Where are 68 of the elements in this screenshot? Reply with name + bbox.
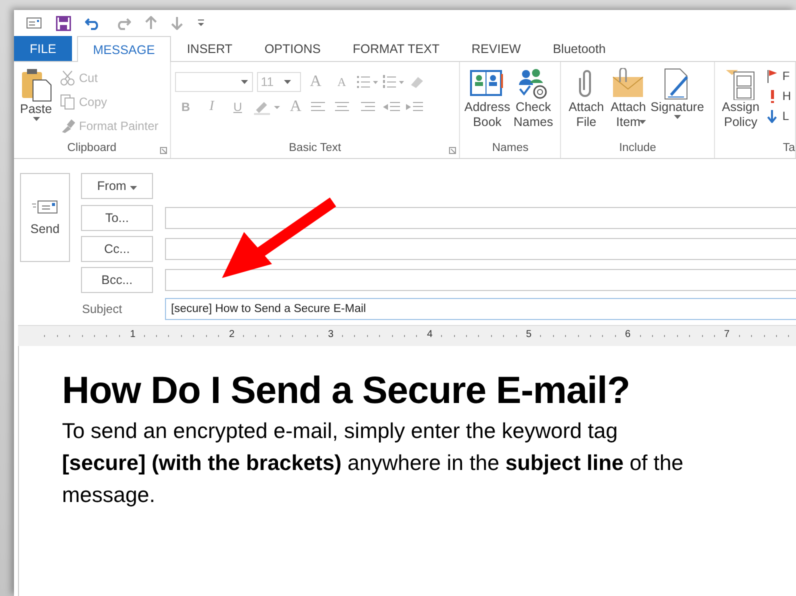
ribbon-button[interactable]: L bbox=[766, 106, 791, 126]
group-label: Clipboard bbox=[67, 142, 116, 156]
ribbon-tab[interactable]: Bluetooth bbox=[536, 36, 622, 61]
subject-field[interactable]: [secure] How to Send a Secure E-Mail bbox=[165, 298, 796, 320]
eraser-icon[interactable] bbox=[408, 75, 425, 89]
bullets-icon[interactable] bbox=[356, 75, 379, 89]
assign-policy-button[interactable]: Assign Policy bbox=[719, 66, 762, 142]
group-label: Basic Text bbox=[288, 142, 342, 156]
caret-icon bbox=[32, 117, 40, 121]
scissors-icon bbox=[60, 70, 75, 86]
from-button[interactable]: From bbox=[81, 173, 153, 199]
recipient-field[interactable] bbox=[165, 269, 796, 291]
recipient-button[interactable]: Bcc... bbox=[81, 267, 153, 293]
ruler-number: 4 bbox=[427, 329, 433, 340]
recipient-button[interactable]: To... bbox=[81, 205, 153, 231]
file-tab[interactable]: FILE bbox=[14, 36, 72, 61]
document-paragraph: To send an encrypted e-mail, simply enter the keyword tag [secure] (with the brackets) anywhere in the subject line of the message. bbox=[62, 418, 684, 509]
paste-button[interactable]: Paste bbox=[18, 66, 54, 142]
envelope-icon bbox=[611, 68, 646, 100]
caret-icon bbox=[284, 80, 291, 84]
ribbon-tab[interactable]: FORMAT TEXT bbox=[336, 36, 456, 61]
down-arrow-icon[interactable] bbox=[171, 16, 183, 30]
subject-label: Subject bbox=[82, 302, 122, 316]
font-name-field[interactable] bbox=[174, 72, 253, 92]
recipient-field[interactable] bbox=[165, 207, 796, 229]
ribbon-button[interactable]: Address Book bbox=[464, 66, 510, 142]
ruler-number: 2 bbox=[229, 329, 235, 340]
flag-icon bbox=[766, 69, 778, 83]
brush-icon bbox=[60, 118, 75, 134]
caret-icon bbox=[240, 80, 248, 84]
customize-icon[interactable] bbox=[197, 19, 205, 27]
ruler-number: 3 bbox=[328, 329, 334, 340]
ribbon-button[interactable]: Check Names bbox=[510, 66, 556, 142]
ruler-number: 7 bbox=[724, 329, 730, 340]
ribbon-tab[interactable]: REVIEW bbox=[456, 36, 537, 61]
document-heading: How Do I Send a Secure E-mail? bbox=[62, 370, 631, 413]
ribbon-tab[interactable]: INSERT bbox=[170, 36, 248, 61]
redo-icon[interactable] bbox=[115, 16, 131, 30]
save-icon[interactable] bbox=[56, 16, 71, 30]
ribbon-button[interactable]: Attach File bbox=[565, 66, 608, 142]
ribbon-button[interactable]: Signature bbox=[649, 66, 706, 142]
caret-icon bbox=[130, 186, 137, 190]
mail-icon[interactable] bbox=[26, 17, 42, 29]
ribbon-tab[interactable]: OPTIONS bbox=[248, 36, 337, 61]
send-button[interactable]: Send bbox=[20, 173, 70, 262]
down-arrow-icon bbox=[766, 109, 778, 123]
ruler-number: 1 bbox=[130, 329, 136, 340]
ruler-number: 5 bbox=[526, 329, 532, 340]
recipient-button[interactable]: Cc... bbox=[81, 236, 153, 262]
ribbon-button[interactable]: Attach Item bbox=[607, 66, 650, 142]
ruler-number: 6 bbox=[625, 329, 631, 340]
recipient-field[interactable] bbox=[165, 238, 796, 260]
launcher-icon[interactable] bbox=[449, 147, 456, 154]
launcher-icon[interactable] bbox=[160, 147, 167, 154]
indent-icons[interactable] bbox=[382, 101, 423, 113]
clipboard-icon bbox=[20, 68, 52, 102]
up-arrow-icon[interactable] bbox=[145, 16, 157, 30]
ribbon-tab[interactable]: MESSAGE bbox=[77, 36, 171, 62]
group-label: Ta bbox=[782, 142, 795, 156]
envelope-icon bbox=[32, 200, 58, 214]
ribbon-button[interactable]: F bbox=[766, 66, 791, 86]
group-label: Include bbox=[619, 142, 656, 156]
highlighter-icon[interactable] bbox=[252, 99, 281, 115]
copy-icon bbox=[60, 94, 75, 110]
group-label: Names bbox=[492, 142, 528, 156]
numbering-icon[interactable] bbox=[382, 75, 405, 89]
undo-icon[interactable] bbox=[85, 16, 101, 30]
ribbon-button[interactable]: H bbox=[766, 86, 791, 106]
